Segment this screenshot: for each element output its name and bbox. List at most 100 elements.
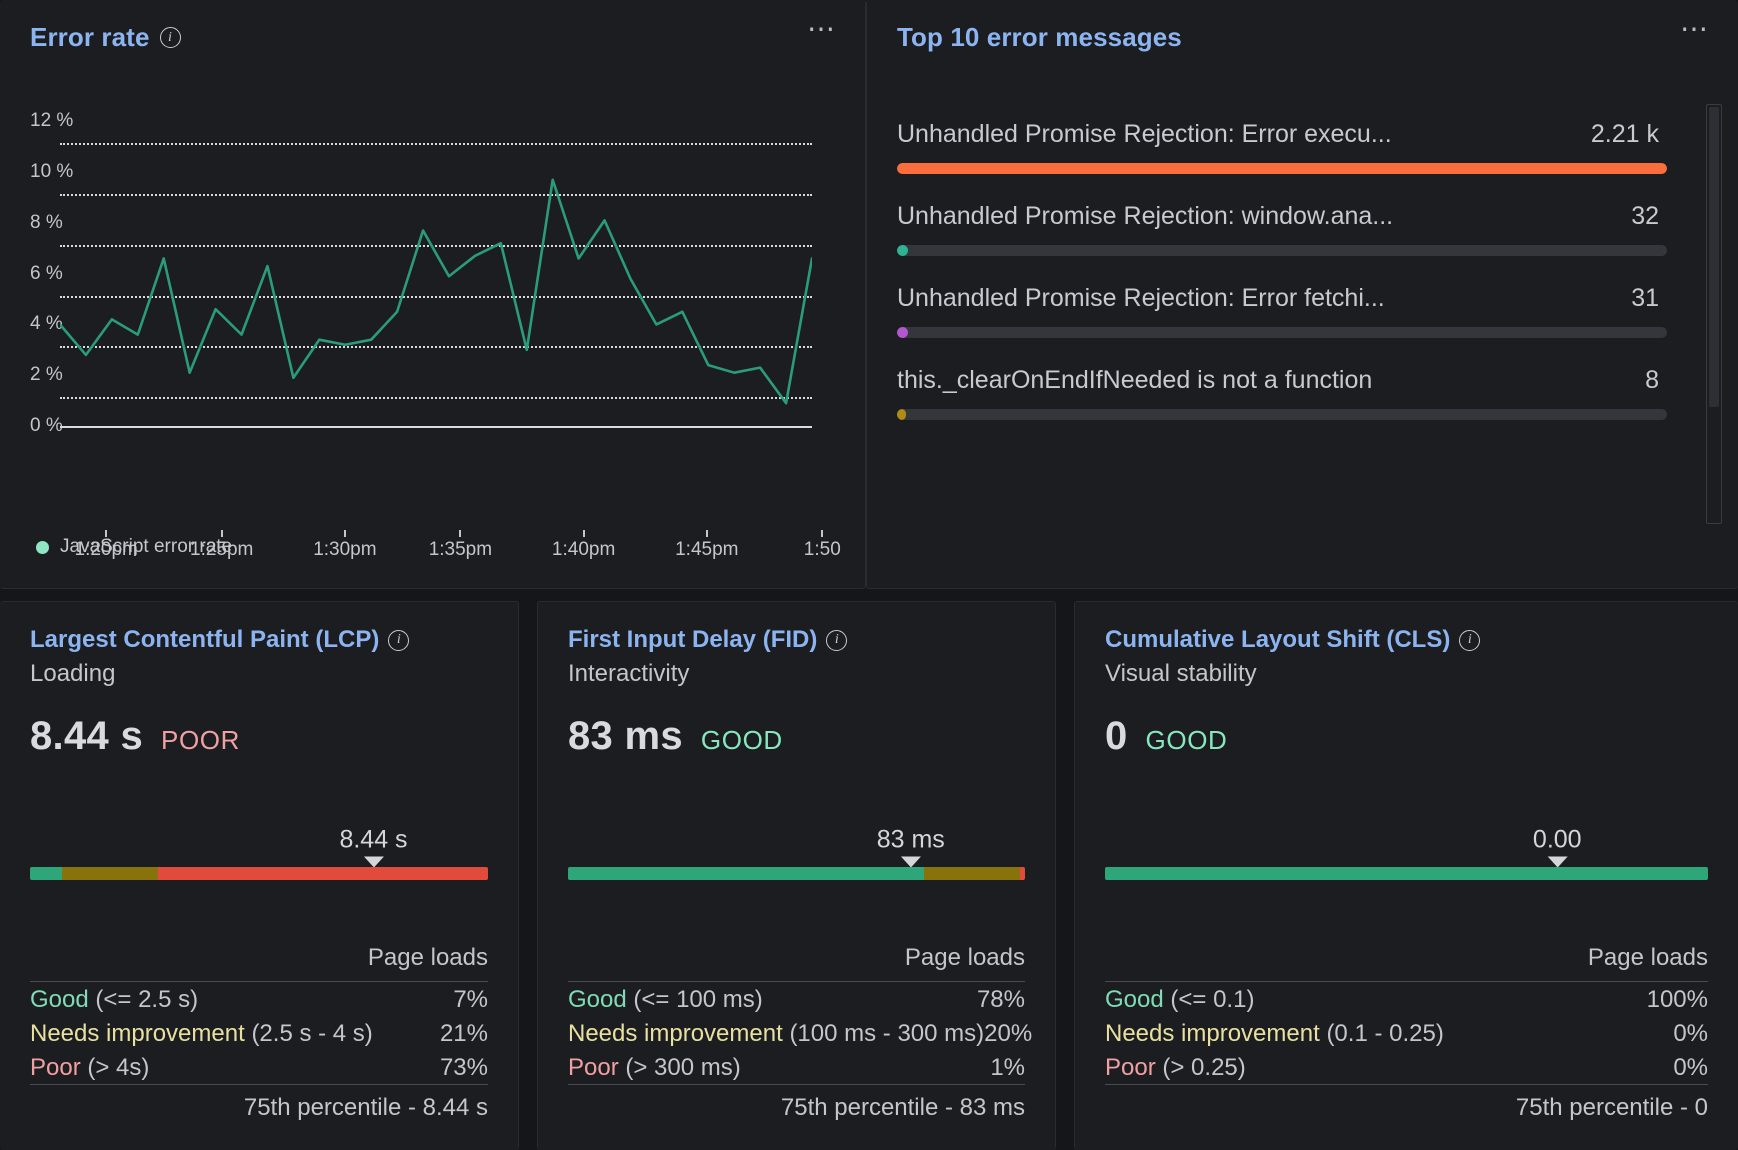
error-rate-chart: 0 %2 %4 %6 %8 %10 %12 % 1:20pm1:25pm1:30… [30,96,830,426]
vital-title: First Input Delay (FID) i [568,626,1027,654]
breakdown-header: Page loads [30,944,488,981]
gauge-marker-label: 0.00 [1533,827,1582,855]
y-axis-tick-label: 0 % [30,415,63,437]
threshold-segment [30,867,62,880]
vital-value: 0 [1105,714,1128,759]
threshold-segment [1020,867,1025,880]
percentile-footer: 75th percentile - 83 ms [568,1085,1025,1122]
y-axis-tick-label: 6 % [30,263,63,285]
breakdown-row: Good (<= 100 ms) 78% [568,982,1025,1016]
error-message-count: 31 [1631,284,1659,313]
error-message-text: Unhandled Promise Rejection: Error execu… [897,120,1392,149]
breakdown-value: 0% [1673,1020,1708,1048]
error-message-bar-track [897,409,1667,420]
error-list-scrollbar[interactable] [1706,104,1722,524]
error-message-text: this._clearOnEndIfNeeded is not a functi… [897,366,1372,395]
percentile-footer: 75th percentile - 8.44 s [30,1085,488,1122]
gauge-marker: 83 ms [877,827,945,868]
error-message-bar-track [897,327,1667,338]
threshold-gauge: 8.44 s [30,759,488,880]
breakdown-header: Page loads [568,944,1025,981]
x-axis-tick [583,530,585,537]
cls-card: Cumulative Layout Shift (CLS)iVisual sta… [1074,601,1738,1150]
chart-plot-area [60,96,812,426]
gauge-marker-label: 8.44 s [339,827,407,855]
breakdown-value: 7% [453,986,488,1014]
scrollbar-thumb[interactable] [1709,107,1719,407]
breakdown-row: Good (<= 0.1)100% [1105,982,1708,1016]
legend-label: JavaScript error rate [60,536,232,558]
breakdown-key: Good [1105,986,1164,1013]
error-message-row[interactable]: Unhandled Promise Rejection: Error fetch… [897,268,1667,338]
lcp-card: Largest Contentful Paint (LCP) i Loading 8.… [0,601,519,1150]
error-message-count: 8 [1645,366,1659,395]
top-error-messages-panel: Top 10 error messages ⋯ Unhandled Promis… [866,0,1738,589]
vital-value: 83 ms [568,714,683,759]
breakdown-table: Page loadsGood (<= 0.1)100%Needs improve… [1105,944,1708,1122]
breakdown-range: (> 4s) [87,1054,149,1081]
gauge-marker-label: 83 ms [877,827,945,855]
error-rate-title-text: Error rate [30,22,150,53]
chart-legend[interactable]: JavaScript error rate [36,536,232,558]
percentile-footer: 75th percentile - 0 [1105,1085,1708,1122]
web-vitals-dashboard: Error rate i ⋯ 0 %2 %4 %6 %8 %10 %12 % 1… [0,0,1738,1150]
info-icon[interactable]: i [160,27,181,48]
vital-title-text: Cumulative Layout Shift (CLS) [1105,626,1450,654]
breakdown-row: Poor (> 0.25)0% [1105,1050,1708,1084]
threshold-segment [158,867,488,880]
threshold-bar [1105,867,1708,880]
legend-color-dot [36,541,49,554]
breakdown-row: Needs improvement (100 ms - 300 ms)20% [568,1016,1025,1050]
vital-title: Cumulative Layout Shift (CLS) i [1105,626,1710,654]
info-icon[interactable]: i [1459,630,1480,651]
vital-card-header: Largest Contentful Paint (LCP) i Loading 8.… [0,602,518,759]
breakdown-value: 78% [977,986,1025,1014]
y-axis-tick-label: 2 % [30,364,63,386]
error-message-count: 32 [1631,202,1659,231]
breakdown-row: Needs improvement (0.1 - 0.25)0% [1105,1016,1708,1050]
breakdown-value: 1% [990,1054,1025,1082]
threshold-bar [30,867,488,880]
x-axis-tick-label: 1:35pm [429,539,492,561]
error-messages-list[interactable]: Unhandled Promise Rejection: Error execu… [897,104,1667,552]
error-message-row[interactable]: Unhandled Promise Rejection: window.ana.… [897,186,1667,256]
vital-value-row: 83 msGOOD [568,714,1027,759]
breakdown-range: (100 ms - 300 ms) [789,1020,984,1047]
breakdown-value: 0% [1673,1054,1708,1082]
breakdown-key: Needs improvement [1105,1020,1320,1047]
info-icon[interactable]: i [388,630,409,651]
vital-title-text: Largest Contentful Paint (LCP) [30,626,379,654]
vital-subtitle: Loading [30,660,490,688]
x-axis-tick [706,530,708,537]
threshold-gauge: 83 ms [568,759,1025,880]
error-message-row[interactable]: Unhandled Promise Rejection: Error execu… [897,104,1667,174]
error-message-bar-fill [897,409,906,420]
x-axis-tick-label: 1:45pm [675,539,738,561]
vital-value-row: 8.44 s POOR [30,714,490,759]
gauge-marker: 0.00 [1533,827,1582,868]
error-rate-panel: Error rate i ⋯ 0 %2 %4 %6 %8 %10 %12 % 1… [0,0,866,589]
breakdown-key: Poor [568,1054,619,1081]
vital-value: 8.44 s [30,714,143,759]
x-axis-tick-label: 1:40pm [552,539,615,561]
status-badge: POOR [161,725,240,756]
kebab-menu-icon[interactable]: ⋯ [805,22,839,36]
error-message-bar-fill [897,245,908,256]
error-message-row[interactable]: this._clearOnEndIfNeeded is not a functi… [897,350,1667,420]
breakdown-range: (<= 0.1) [1170,986,1254,1013]
breakdown-row: Needs improvement (2.5 s - 4 s)21% [30,1016,488,1050]
breakdown-range: (2.5 s - 4 s) [251,1020,372,1047]
error-message-text: Unhandled Promise Rejection: Error fetch… [897,284,1385,313]
error-message-bar-track [897,163,1667,174]
threshold-segment [924,867,1020,880]
info-icon[interactable]: i [826,630,847,651]
gauge-marker-arrow-icon [363,856,383,867]
breakdown-key: Needs improvement [568,1020,783,1047]
breakdown-value: 73% [440,1054,488,1082]
breakdown-range: (<= 100 ms) [633,986,762,1013]
kebab-menu-icon[interactable]: ⋯ [1678,22,1712,36]
vital-title-text: First Input Delay (FID) [568,626,817,654]
vital-value-row: 0GOOD [1105,714,1710,759]
error-rate-panel-header: Error rate i ⋯ [0,0,865,53]
breakdown-key: Good [568,986,627,1013]
